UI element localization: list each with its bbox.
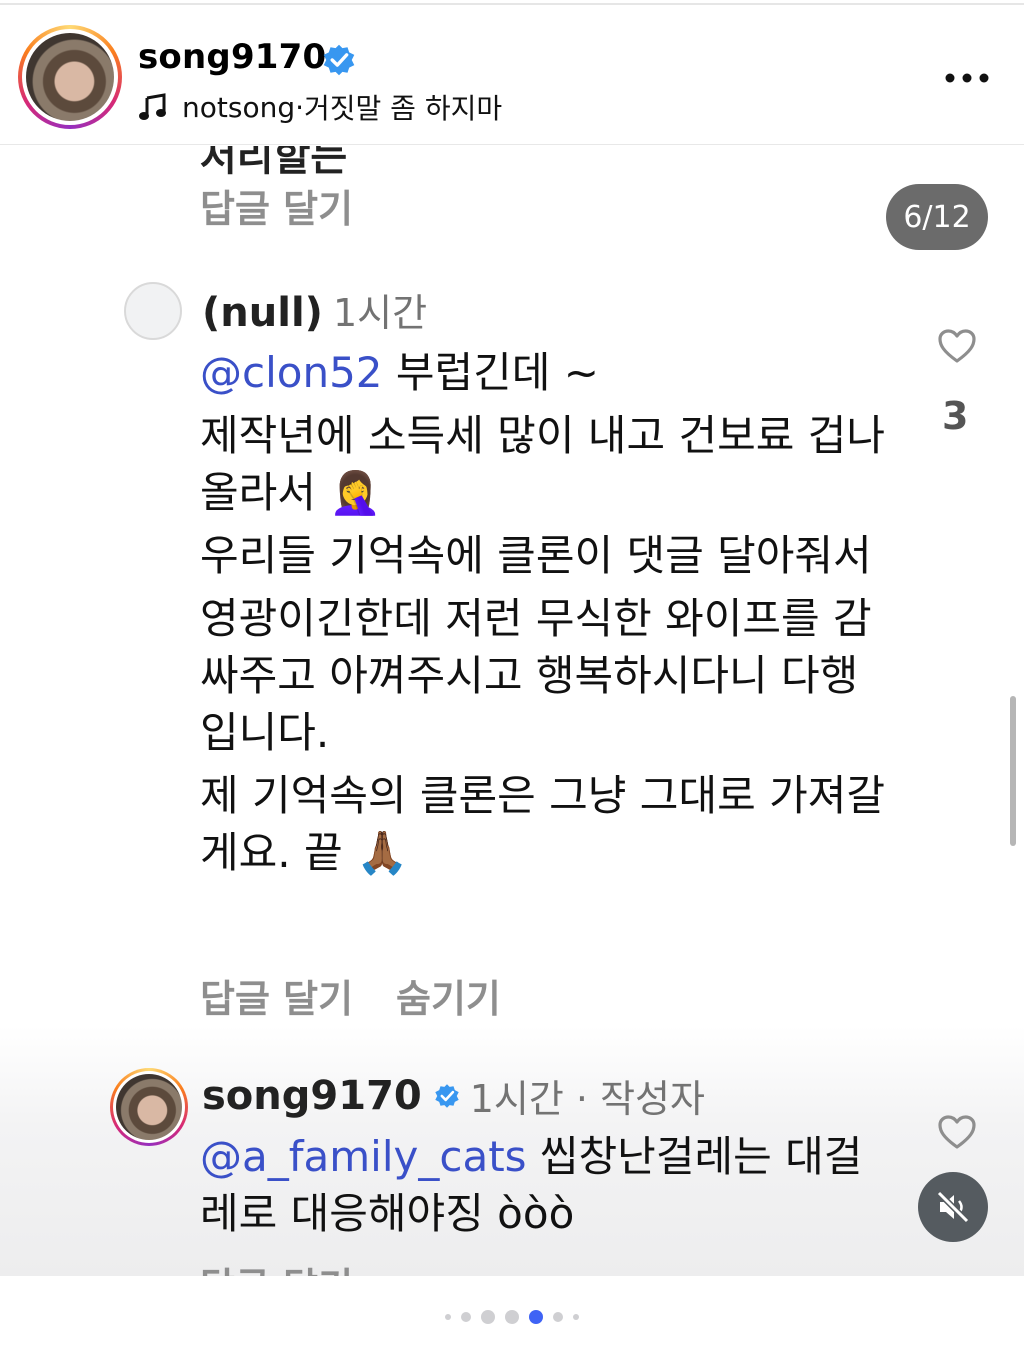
comment-line: 제 기억속의 클론은 그냥 그대로 가져갈게요. 끝 🙏🏾	[200, 771, 885, 877]
cut-off-text: 저리할는	[200, 146, 348, 180]
music-artist: notsong	[182, 90, 296, 124]
bottom-bar	[0, 1276, 1024, 1348]
carousel-dot[interactable]	[505, 1310, 519, 1324]
carousel-dot[interactable]	[553, 1312, 563, 1322]
reply-button[interactable]: 답글 달기	[200, 178, 353, 233]
avatar-image	[26, 33, 114, 121]
mute-icon	[936, 1190, 970, 1224]
comment-body: @a_family_cats 씹창난걸레는 대걸레로 대응해야징 ὸὸὸ	[200, 1128, 880, 1242]
music-attribution[interactable]: notsong · 거짓말 좀 하지마	[138, 87, 502, 127]
profile-avatar[interactable]	[18, 25, 122, 129]
heart-icon[interactable]	[937, 328, 977, 364]
mention-link[interactable]: @clon52	[200, 348, 383, 397]
carousel-dot[interactable]	[461, 1312, 471, 1322]
mute-button[interactable]	[918, 1172, 988, 1242]
like-count: 3	[942, 394, 969, 438]
comment-username[interactable]: song9170	[202, 1073, 422, 1119]
verified-badge-icon	[323, 44, 355, 76]
commenter-avatar[interactable]	[110, 1068, 188, 1146]
comment-author-row: (null) 1시간	[202, 282, 427, 337]
carousel-dots	[0, 1310, 1024, 1324]
heart-icon[interactable]	[937, 1114, 977, 1150]
mention-link[interactable]: @a_family_cats	[200, 1132, 527, 1181]
comment-author-row: song9170 1시간 · 작성자	[202, 1068, 705, 1123]
scrollbar[interactable]	[1010, 696, 1016, 846]
avatar-image	[116, 1074, 182, 1140]
comment-body: @clon52 부럽긴데 ~ 제작년에 소득세 많이 내고 건보료 겁나 올라서…	[200, 344, 890, 887]
more-icon[interactable]	[944, 69, 990, 87]
reply-button[interactable]: 답글 달기	[200, 968, 353, 1023]
header-username[interactable]: song9170	[138, 37, 326, 77]
reply-button[interactable]: 답글 달기	[200, 1256, 353, 1276]
music-note-icon	[139, 93, 166, 120]
music-title: 거짓말 좀 하지마	[304, 92, 503, 125]
carousel-dot[interactable]	[481, 1310, 495, 1324]
page-indicator: 6/12	[886, 184, 988, 250]
carousel-dot[interactable]	[445, 1314, 451, 1320]
carousel-dot[interactable]	[573, 1314, 579, 1320]
carousel-dot-active[interactable]	[529, 1310, 543, 1324]
comment-time: 1시간 · 작성자	[469, 1077, 705, 1121]
comment-line: 영광이긴한데 저런 무식한 와이프를 감싸주고 아껴주시고 행복하시다니 다행입…	[200, 594, 872, 757]
hide-replies-button[interactable]: 숨기기	[396, 968, 501, 1023]
comment-time: 1시간	[332, 291, 428, 335]
music-separator: ·	[295, 90, 304, 124]
post-header: song9170 notsong · 거짓말 좀 하지마	[0, 5, 1024, 145]
comment-username[interactable]: (null)	[202, 290, 323, 336]
comment-line: 우리들 기억속에 클론이 댓글 달아줘서	[200, 531, 872, 580]
comment-line: 제작년에 소득세 많이 내고 건보료 겁나 올라서 🤦‍♀️	[200, 411, 885, 517]
commenter-avatar[interactable]	[124, 282, 182, 340]
comment-line: 부럽긴데 ~	[382, 348, 599, 397]
comments-feed[interactable]: 저리할는 답글 달기 6/12 (null) 1시간 @clon52 부럽긴데 ~…	[0, 146, 1024, 1276]
verified-badge-icon	[435, 1083, 459, 1108]
